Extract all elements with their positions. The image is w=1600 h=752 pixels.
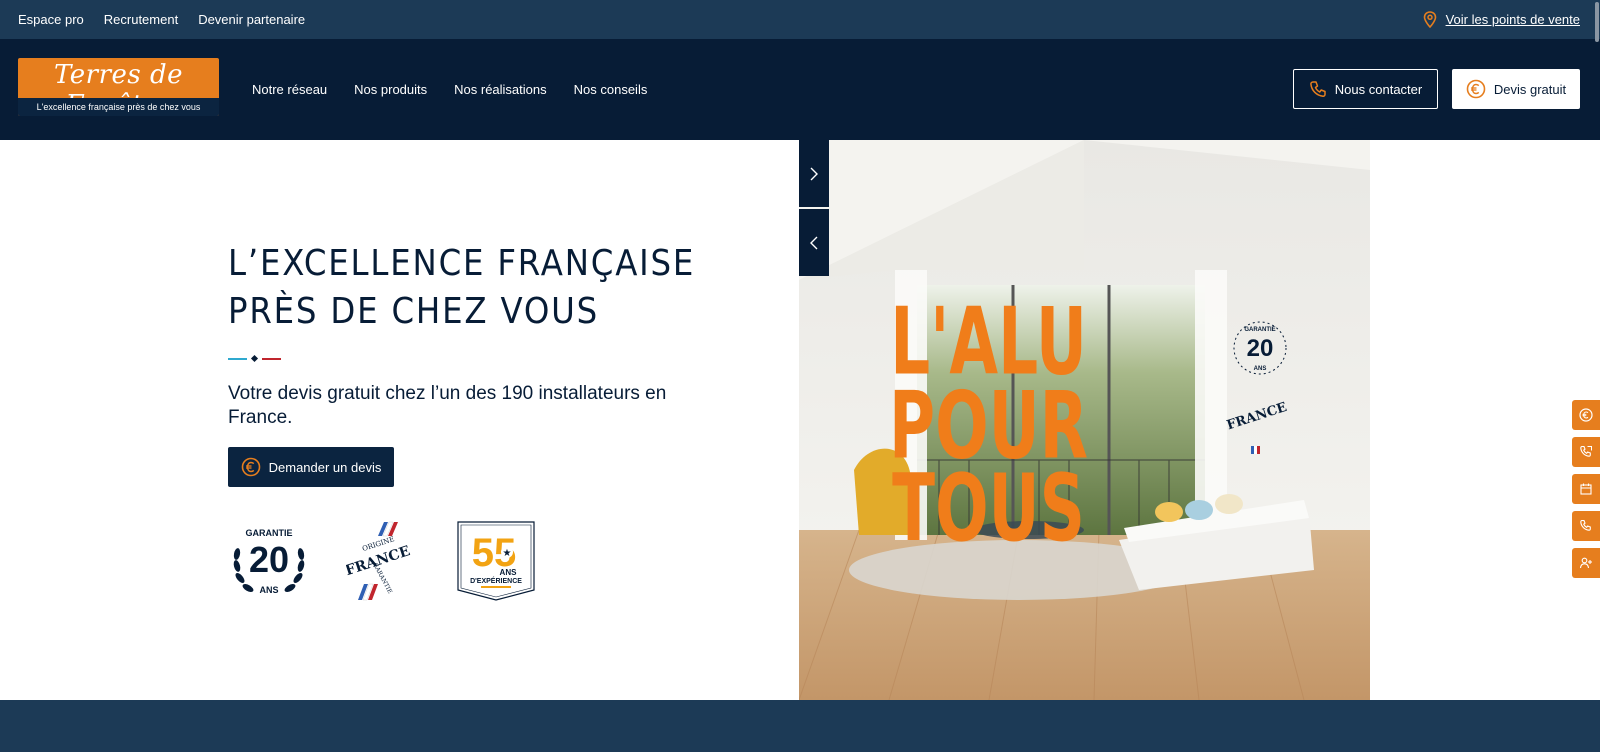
logo-tagline: L'excellence française près de chez vous xyxy=(18,98,219,116)
request-quote-label: Demander un devis xyxy=(268,459,382,475)
svg-text:★: ★ xyxy=(503,548,512,559)
top-link-recrutement[interactable]: Recrutement xyxy=(104,12,178,27)
nav-item-nos-produits[interactable]: Nos produits xyxy=(354,82,427,97)
chevron-right-icon xyxy=(810,167,818,180)
calendar-icon xyxy=(1580,483,1592,495)
carousel-next-button[interactable] xyxy=(799,140,829,207)
euro-icon xyxy=(1466,79,1486,99)
user-plus-icon xyxy=(1579,557,1592,569)
main-navigation: Terres de Fenêtre L'excellence française… xyxy=(0,39,1600,140)
living-room-illustration: L'ALU POUR TOUS GARANTIE 20 ANS FRANCE xyxy=(799,140,1370,700)
image-seal-bottom: ANS xyxy=(1254,366,1267,372)
store-locator-label: Voir les points de vente xyxy=(1445,12,1580,27)
location-pin-icon xyxy=(1423,11,1436,28)
badge-experience-line2: D'EXPÉRIENCE xyxy=(470,576,522,585)
image-headline-line3: TOUS xyxy=(892,455,1085,563)
free-quote-label: Devis gratuit xyxy=(1493,81,1567,97)
top-bar: Espace pro Recrutement Devenir partenair… xyxy=(0,0,1600,39)
scrollbar-thumb[interactable] xyxy=(1595,2,1599,42)
top-link-espace-pro[interactable]: Espace pro xyxy=(18,12,84,27)
request-quote-button[interactable]: Demander un devis xyxy=(228,447,394,487)
nav-item-notre-reseau[interactable]: Notre réseau xyxy=(252,82,327,97)
hero-text-block: L’EXCELLENCE FRANÇAISE PRÈS DE CHEZ VOUS xyxy=(228,240,748,336)
badge-garantie-number: 20 xyxy=(249,539,289,580)
next-section-band xyxy=(0,700,1600,752)
badge-experience-line1: ANS xyxy=(500,568,518,577)
nav-item-nos-conseils[interactable]: Nos conseils xyxy=(574,82,648,97)
badge-garantie-top: GARANTIE xyxy=(246,528,293,538)
carousel-prev-button[interactable] xyxy=(799,209,829,276)
image-seal-number: 20 xyxy=(1247,335,1274,362)
divider-blue xyxy=(228,357,247,360)
badge-garantie-bottom: ANS xyxy=(259,585,278,595)
guarantee-20-years-badge: GARANTIE 20 ANS xyxy=(233,528,305,595)
divider-red xyxy=(262,357,281,360)
phone-icon xyxy=(1309,81,1326,97)
tricolor-divider xyxy=(228,354,281,363)
nav-item-nos-realisations[interactable]: Nos réalisations xyxy=(454,82,547,97)
store-locator-link[interactable]: Voir les points de vente xyxy=(1423,0,1580,39)
page-scrollbar[interactable] xyxy=(1594,0,1600,752)
55-years-experience-badge: 55 ★ ANS D'EXPÉRIENCE xyxy=(457,521,535,601)
contact-button-label: Nous contacter xyxy=(1334,81,1423,97)
top-links: Espace pro Recrutement Devenir partenair… xyxy=(18,0,305,39)
origine-france-badge: ORIGINE FRANCE GARANTIE xyxy=(346,521,412,601)
chevron-left-icon xyxy=(810,236,818,249)
phone-call-icon xyxy=(1580,445,1592,457)
hero-subtitle: Votre devis gratuit chez l’un des 190 in… xyxy=(228,383,667,428)
divider-diamond xyxy=(250,354,259,363)
top-link-devenir-partenaire[interactable]: Devenir partenaire xyxy=(198,12,305,27)
nav-menu: Notre réseau Nos produits Nos réalisatio… xyxy=(252,39,647,140)
contact-button[interactable]: Nous contacter xyxy=(1293,69,1438,109)
phone-icon xyxy=(1580,519,1591,531)
euro-icon xyxy=(1579,408,1593,422)
image-seal-top: GARANTIE xyxy=(1244,327,1275,333)
hero-image: L'ALU POUR TOUS GARANTIE 20 ANS FRANCE xyxy=(799,140,1370,700)
euro-icon xyxy=(241,457,260,477)
free-quote-button[interactable]: Devis gratuit xyxy=(1452,69,1580,109)
brand-logo[interactable]: Terres de Fenêtre L'excellence française… xyxy=(18,58,219,116)
hero-title: L’EXCELLENCE FRANÇAISE PRÈS DE CHEZ VOUS xyxy=(228,243,696,332)
